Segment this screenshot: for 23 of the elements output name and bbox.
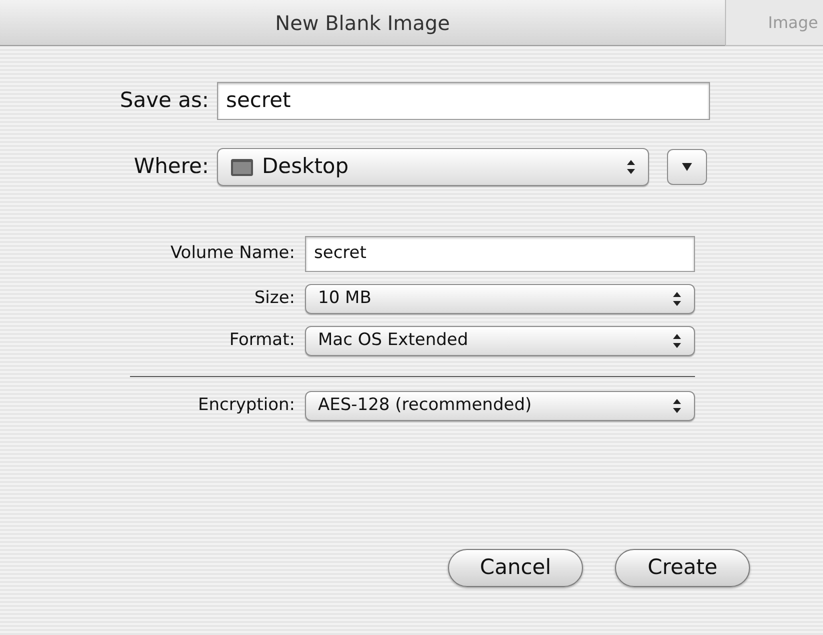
background-window-title: Image — [768, 12, 818, 34]
window-title: New Blank Image — [275, 10, 450, 36]
stepper-arrows-icon — [672, 333, 682, 349]
stepper-arrows-icon — [626, 159, 636, 175]
popup-menu[interactable]: 10 MB — [305, 284, 695, 314]
popup-menu[interactable]: AES-128 (recommended) — [305, 391, 695, 421]
stepper-arrows-icon — [672, 291, 682, 307]
field-label: Encryption: — [197, 394, 295, 418]
folder-icon — [230, 157, 254, 177]
dialog-button[interactable]: Cancel — [448, 549, 583, 587]
field-label: Volume Name: — [169, 242, 295, 266]
field-label: Format: — [228, 329, 295, 352]
field-label: Size: — [253, 287, 295, 310]
popup-menu[interactable]: Mac OS Extended — [305, 326, 695, 356]
text-field[interactable]: secret — [217, 82, 710, 120]
field-label: Where: — [132, 153, 209, 180]
disclosure-triangle-icon — [681, 162, 693, 172]
expand-button[interactable] — [667, 149, 707, 185]
stepper-arrows-icon — [672, 398, 682, 414]
text-field[interactable]: secret — [305, 236, 695, 272]
field-label: Save as: — [118, 87, 209, 114]
dialog-button[interactable]: Create — [615, 549, 750, 587]
location-popup[interactable]: Desktop — [217, 148, 649, 186]
